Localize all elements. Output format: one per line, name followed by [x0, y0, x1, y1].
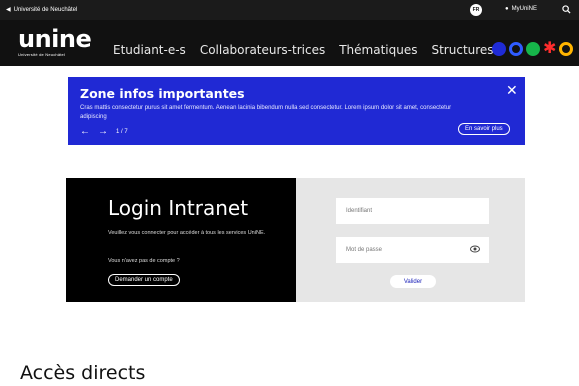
direct-access-heading: Accès directs — [20, 362, 146, 384]
search-icon — [562, 5, 571, 14]
login-description: Veuillez vous connecter pour accéder à t… — [108, 230, 266, 236]
main-nav: Etudiant-e-s Collaborateurs-trices Théma… — [113, 43, 494, 57]
validate-button[interactable]: Valider — [390, 275, 436, 288]
login-form-panel: Identifiant Mot de passe Valider — [296, 178, 525, 302]
arrow-right-icon[interactable]: → — [98, 126, 108, 137]
banner-page-indicator: 1 / 7 — [116, 128, 128, 135]
blue-dot-icon — [492, 42, 506, 56]
username-placeholder: Identifiant — [346, 208, 373, 214]
back-link-label: Université de Neuchâtel — [13, 6, 78, 13]
nav-item-thematiques[interactable]: Thématiques — [339, 43, 417, 57]
login-intro-panel: Login Intranet Veuillez vous connecter p… — [66, 178, 296, 302]
banner-close-button[interactable]: ✕ — [506, 82, 518, 99]
request-account-button[interactable]: Demander un compte — [108, 274, 180, 286]
nav-item-collaborateurs[interactable]: Collaborateurs-trices — [200, 43, 325, 57]
login-title: Login Intranet — [108, 196, 249, 220]
blue-ring-icon — [509, 42, 523, 56]
user-icon: ● — [505, 6, 509, 12]
username-field[interactable]: Identifiant — [336, 198, 489, 224]
logo-wordmark: unine — [18, 25, 92, 53]
brand-shapes: ✱ — [492, 40, 574, 57]
yellow-ring-icon — [559, 42, 574, 56]
eye-icon[interactable] — [470, 245, 480, 253]
important-info-banner: Zone infos importantes Cras mattis conse… — [68, 77, 525, 145]
password-placeholder: Mot de passe — [346, 247, 383, 253]
back-to-university-link[interactable]: ◀ Université de Neuchâtel — [6, 6, 78, 14]
nav-item-structures[interactable]: Structures — [431, 43, 493, 57]
main-header: unine Université de Neuchâtel Etudiant-e… — [0, 20, 579, 66]
banner-more-button[interactable]: En savoir plus — [458, 123, 510, 135]
banner-title: Zone infos importantes — [80, 86, 245, 101]
red-asterisk-icon: ✱ — [543, 40, 557, 57]
no-account-text: Vous n'avez pas de compte ? — [108, 258, 180, 264]
top-utility-bar: ◀ Université de Neuchâtel FR ● MyUniNE — [0, 0, 579, 20]
password-field[interactable]: Mot de passe — [336, 237, 489, 263]
unine-logo[interactable]: unine Université de Neuchâtel — [18, 25, 92, 57]
chevron-left-icon: ◀ — [6, 7, 11, 13]
myunine-link[interactable]: ● MyUniNE — [505, 6, 537, 12]
language-switch-button[interactable]: FR — [470, 4, 482, 16]
banner-pager: ← → 1 / 7 — [80, 126, 128, 137]
banner-body: Cras mattis consectetur purus sit amet f… — [80, 105, 452, 120]
myunine-label: MyUniNE — [511, 6, 537, 12]
nav-item-etudiants[interactable]: Etudiant-e-s — [113, 43, 186, 57]
arrow-left-icon[interactable]: ← — [80, 126, 90, 137]
green-dot-icon — [526, 42, 540, 56]
search-button[interactable] — [562, 5, 571, 16]
